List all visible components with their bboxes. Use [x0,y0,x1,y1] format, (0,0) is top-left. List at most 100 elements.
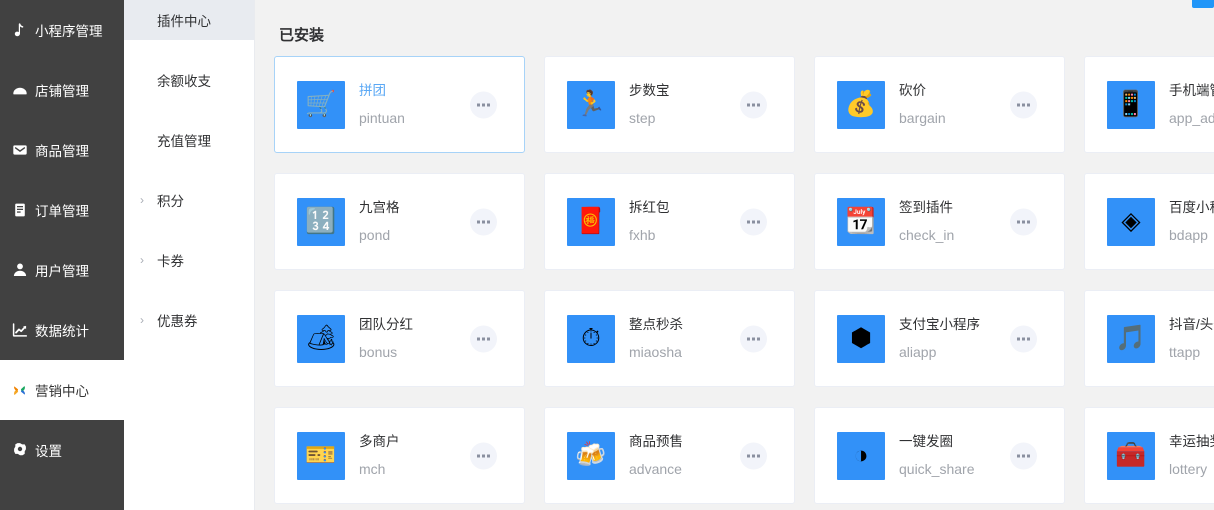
sidebar-item-8[interactable]: 设置 [0,420,124,480]
plugin-card[interactable]: 🛒 拼团 pintuan [274,56,525,153]
plugin-card[interactable]: ◈ 百度小程序 bdapp [1084,173,1214,270]
plugin-more-button[interactable] [470,442,497,469]
plugin-more-button[interactable] [740,325,767,352]
plugin-title: 签到插件 [899,200,953,216]
plugin-slug: step [629,109,656,126]
secondary-nav-list: ›插件中心 ›余额收支 ›充值管理 › 积分 › 卡券 › 优惠券 [124,0,254,340]
dot-icon [482,337,485,340]
plugin-text: 步数宝 step [629,84,670,125]
plugin-card[interactable]: 📱 手机端管理 app_admin [1084,56,1214,153]
plugin-text: 拼团 pintuan [359,84,405,125]
plugin-card[interactable]: 🏃 步数宝 step [544,56,795,153]
sidebar-item-label: 商品管理 [35,144,89,159]
plugin-title: 抖音/头条 [1169,317,1214,333]
plugin-slug: app_admin [1169,109,1214,126]
plugin-card-grid: 🛒 拼团 pintuan 🏃 步数宝 step 💰 砍价 bargain 📱 手机端管理 app_ad… [274,56,1214,504]
sidebar-item-1[interactable]: 小程序管理 [0,0,124,60]
plugin-more-button[interactable] [1010,325,1037,352]
order-icon [11,202,28,219]
plugin-more-button[interactable] [470,208,497,235]
plugin-slug: advance [629,460,682,477]
sidebar-item-4[interactable]: 订单管理 [0,180,124,240]
plugin-title: 手机端管理 [1169,83,1214,99]
submenu-item-label: 余额收支 [157,74,211,89]
plugin-card[interactable]: ⏱ 整点秒杀 miaosha [544,290,795,387]
submenu-item-2[interactable]: ›余额收支 [124,60,254,100]
plugin-more-button[interactable] [740,208,767,235]
plugin-card[interactable]: 🧰 幸运抽奖 lottery [1084,407,1214,504]
sidebar-item-label: 店铺管理 [35,84,89,99]
plugin-title: 商品预售 [629,434,683,450]
dot-icon [1027,337,1030,340]
plugin-title: 百度小程序 [1169,200,1214,216]
plugin-slug: mch [359,460,386,477]
plugin-title: 步数宝 [629,83,670,99]
dot-icon [482,454,485,457]
plugin-more-button[interactable] [470,91,497,118]
plugin-title: 支付宝小程序 [899,317,980,333]
plugin-card[interactable]: 💰 砍价 bargain [814,56,1065,153]
plugin-text: 砍价 bargain [899,84,946,125]
plugin-card[interactable]: ⬢ 支付宝小程序 aliapp [814,290,1065,387]
plugin-more-button[interactable] [740,442,767,469]
plugin-slug: bonus [359,343,398,360]
sidebar-item-7[interactable]: 营销中心 [0,360,124,420]
plugin-icon: ⏱ [567,314,615,363]
sidebar-item-label: 小程序管理 [35,24,103,39]
plugin-slug: check_in [899,226,955,243]
dot-icon [747,103,750,106]
corner-chip-icon[interactable] [1192,0,1214,8]
sidebar-item-5[interactable]: 用户管理 [0,240,124,300]
plugin-more-button[interactable] [1010,91,1037,118]
dot-icon [747,337,750,340]
plugin-icon: 🛒 [297,80,345,129]
dot-icon [1022,220,1025,223]
chevron-right-icon: › [140,193,144,207]
primary-nav-list: 小程序管理店铺管理商品管理订单管理 用户管理 数据统计 营销中心设置 [0,0,124,480]
plugin-icon: ◈ [1107,197,1155,246]
plugin-title: 多商户 [359,434,400,450]
gear-icon [11,442,28,459]
plugin-slug: pond [359,226,391,243]
dot-icon [752,337,755,340]
plugin-card[interactable]: 🍻 商品预售 advance [544,407,795,504]
plugin-card[interactable]: ◑ 一键发圈 quick_share [814,407,1065,504]
plugin-card[interactable]: 🏕 团队分红 bonus [274,290,525,387]
sidebar-item-2[interactable]: 店铺管理 [0,60,124,120]
plugin-text: 签到插件 check_in [899,201,954,242]
plugin-more-button[interactable] [1010,208,1037,235]
dot-icon [477,454,480,457]
plugin-card[interactable]: 📆 签到插件 check_in [814,173,1065,270]
plugin-card[interactable]: 🔢 九宫格 pond [274,173,525,270]
submenu-item-5[interactable]: › 卡券 [124,240,254,280]
plugin-slug: aliapp [899,343,937,360]
plugin-card[interactable]: 🎫 多商户 mch [274,407,525,504]
plugin-more-button[interactable] [1010,442,1037,469]
plugin-text: 拆红包 fxhb [629,201,670,242]
plugin-text: 九宫格 pond [359,201,400,242]
dot-icon [1022,454,1025,457]
plugin-icon: 🏃 [567,80,615,129]
plugin-title: 砍价 [899,83,926,99]
dot-icon [487,220,490,223]
sidebar-item-3[interactable]: 商品管理 [0,120,124,180]
sidebar-item-label: 设置 [35,444,62,459]
plugin-slug: quick_share [899,460,975,477]
plugin-slug: bdapp [1169,226,1208,243]
plugin-icon: ◑ [837,431,885,480]
sidebar-item-6[interactable]: 数据统计 [0,300,124,360]
submenu-item-3[interactable]: ›充值管理 [124,120,254,160]
plugin-card[interactable]: 🎵 抖音/头条 ttapp [1084,290,1214,387]
dot-icon [477,220,480,223]
plugin-icon: 🔢 [297,197,345,246]
plugin-more-button[interactable] [740,91,767,118]
submenu-item-6[interactable]: › 优惠券 [124,300,254,340]
plugin-more-button[interactable] [470,325,497,352]
plugin-icon: 🍻 [567,431,615,480]
plugin-slug: lottery [1169,460,1208,477]
plugin-card[interactable]: 🧧 拆红包 fxhb [544,173,795,270]
submenu-item-1[interactable]: ›插件中心 [124,0,254,40]
dot-icon [482,103,485,106]
submenu-item-4[interactable]: › 积分 [124,180,254,220]
primary-sidebar: 小程序管理店铺管理商品管理订单管理 用户管理 数据统计 营销中心设置 [0,0,124,510]
